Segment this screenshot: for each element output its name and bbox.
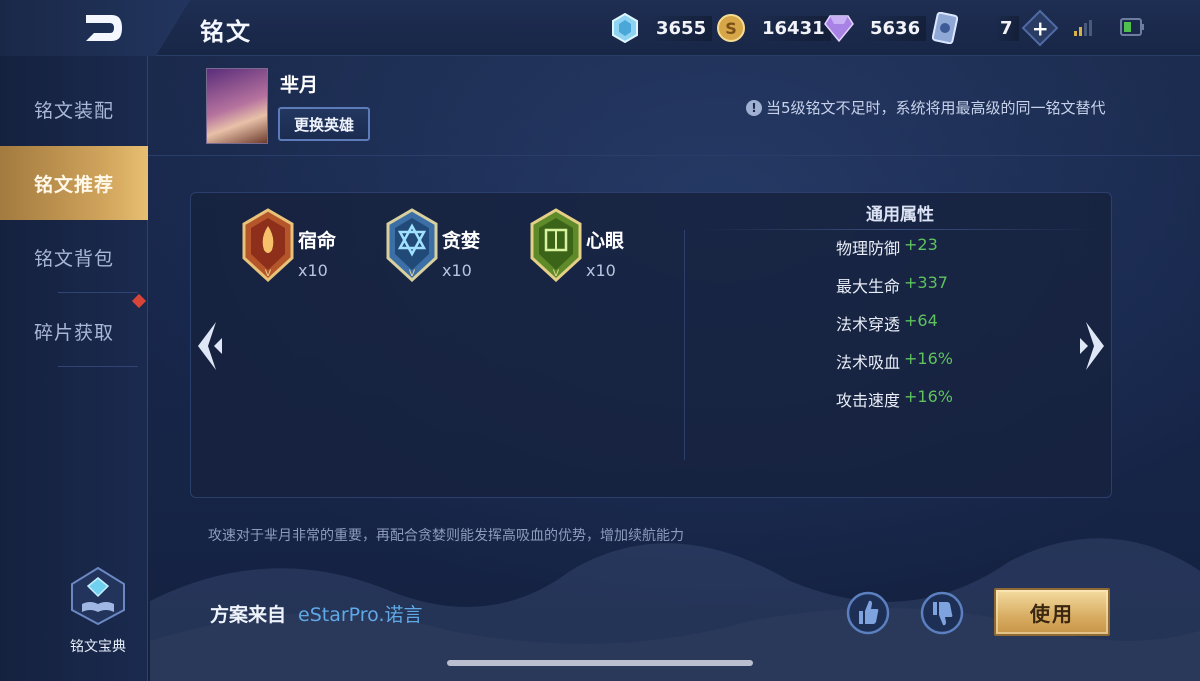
gold-coin-icon: S bbox=[716, 13, 746, 43]
rune-count: x10 bbox=[586, 261, 616, 280]
panel-divider bbox=[684, 230, 685, 460]
card-count: 7 bbox=[994, 15, 1019, 41]
battery-icon bbox=[1120, 18, 1144, 36]
book-icon bbox=[71, 566, 125, 626]
rune-card[interactable]: V 贪婪 x10 bbox=[386, 208, 480, 282]
use-button[interactable]: 使用 bbox=[994, 588, 1110, 636]
rune-name: 宿命 bbox=[298, 230, 337, 252]
currency-diamond: 3655 bbox=[610, 10, 713, 46]
add-card-button[interactable]: + bbox=[1021, 9, 1058, 47]
svg-text:V: V bbox=[409, 269, 416, 279]
rune-name: 心眼 bbox=[586, 230, 625, 252]
attribute-row: 法术穿透 +64 bbox=[836, 311, 938, 334]
info-icon: ! bbox=[746, 99, 762, 116]
back-button[interactable] bbox=[0, 0, 190, 56]
attribute-row: 物理防御 +23 bbox=[836, 235, 938, 258]
description: 攻速对于芈月非常的重要，再配合贪婪则能发挥高吸血的优势，增加续航能力 bbox=[208, 528, 684, 544]
hero-name: 芈月 bbox=[280, 74, 319, 96]
svg-text:V: V bbox=[553, 269, 560, 279]
attribute-row: 最大生命 +337 bbox=[836, 273, 948, 296]
rune-greed-icon: V bbox=[386, 208, 438, 282]
source-label: 方案来自 bbox=[210, 604, 287, 626]
currency-gold: S 16431 bbox=[716, 10, 831, 46]
sidebar-divider bbox=[58, 292, 138, 293]
codex-label: 铭文宝典 bbox=[70, 639, 126, 655]
sidebar-item-bag[interactable]: 铭文背包 bbox=[0, 220, 148, 294]
attribute-row: 法术吸血 +16% bbox=[836, 349, 953, 372]
card-icon bbox=[930, 12, 960, 44]
attributes-title: 通用属性 bbox=[866, 205, 934, 225]
rune-count: x10 bbox=[298, 261, 328, 280]
notice: ! 当5级铭文不足时，系统将用最高级的同一铭文替代 bbox=[746, 97, 1106, 118]
sidebar-item-recommend[interactable]: 铭文推荐 bbox=[0, 146, 148, 220]
swap-hero-button[interactable]: 更换英雄 bbox=[278, 107, 370, 141]
currency-card: 7 + bbox=[930, 9, 1058, 47]
sidebar-divider bbox=[58, 366, 138, 367]
back-arrow-icon bbox=[86, 15, 122, 41]
sidebar: 铭文装配 铭文推荐 铭文背包 碎片获取 铭文宝典 bbox=[0, 56, 148, 681]
rune-insight-icon: V bbox=[530, 208, 582, 282]
svg-text:V: V bbox=[265, 269, 272, 279]
signal-icon bbox=[1074, 20, 1092, 36]
diamond-icon bbox=[610, 13, 640, 43]
thumbs-up-icon[interactable] bbox=[846, 588, 890, 638]
plus-icon: + bbox=[1031, 15, 1048, 40]
attribute-row: 攻击速度 +16% bbox=[836, 387, 953, 410]
sidebar-item-equip[interactable]: 铭文装配 bbox=[0, 72, 148, 146]
currency-gem: 5636 bbox=[824, 10, 927, 46]
header-divider bbox=[148, 155, 1200, 156]
rune-fate-icon: V bbox=[242, 208, 294, 282]
page-title: 铭文 bbox=[200, 18, 252, 46]
rune-name: 贪婪 bbox=[442, 230, 481, 252]
codex-button[interactable]: 铭文宝典 bbox=[50, 566, 146, 656]
home-indicator[interactable] bbox=[447, 660, 753, 666]
diamond-count: 3655 bbox=[650, 15, 713, 41]
rune-card[interactable]: V 宿命 x10 bbox=[242, 208, 336, 282]
attributes-divider bbox=[700, 229, 1100, 230]
sidebar-item-fragments[interactable]: 碎片获取 bbox=[0, 294, 148, 368]
rune-card[interactable]: V 心眼 x10 bbox=[530, 208, 624, 282]
gem-count: 5636 bbox=[864, 15, 927, 41]
svg-text:S: S bbox=[725, 19, 737, 38]
next-arrow-icon[interactable] bbox=[1076, 318, 1110, 374]
rune-count: x10 bbox=[442, 261, 472, 280]
prev-arrow-icon[interactable] bbox=[192, 318, 226, 374]
notice-text: 当5级铭文不足时，系统将用最高级的同一铭文替代 bbox=[766, 99, 1106, 117]
gold-count: 16431 bbox=[756, 15, 831, 41]
hero-avatar bbox=[206, 68, 268, 144]
top-bar: 铭文 3655 S 16431 5636 7 + bbox=[0, 0, 1200, 56]
gem-icon bbox=[824, 13, 854, 43]
mountain-decoration bbox=[150, 538, 1200, 681]
source-author[interactable]: eStarPro.诺言 bbox=[298, 600, 423, 627]
thumbs-down-icon[interactable] bbox=[920, 588, 964, 638]
